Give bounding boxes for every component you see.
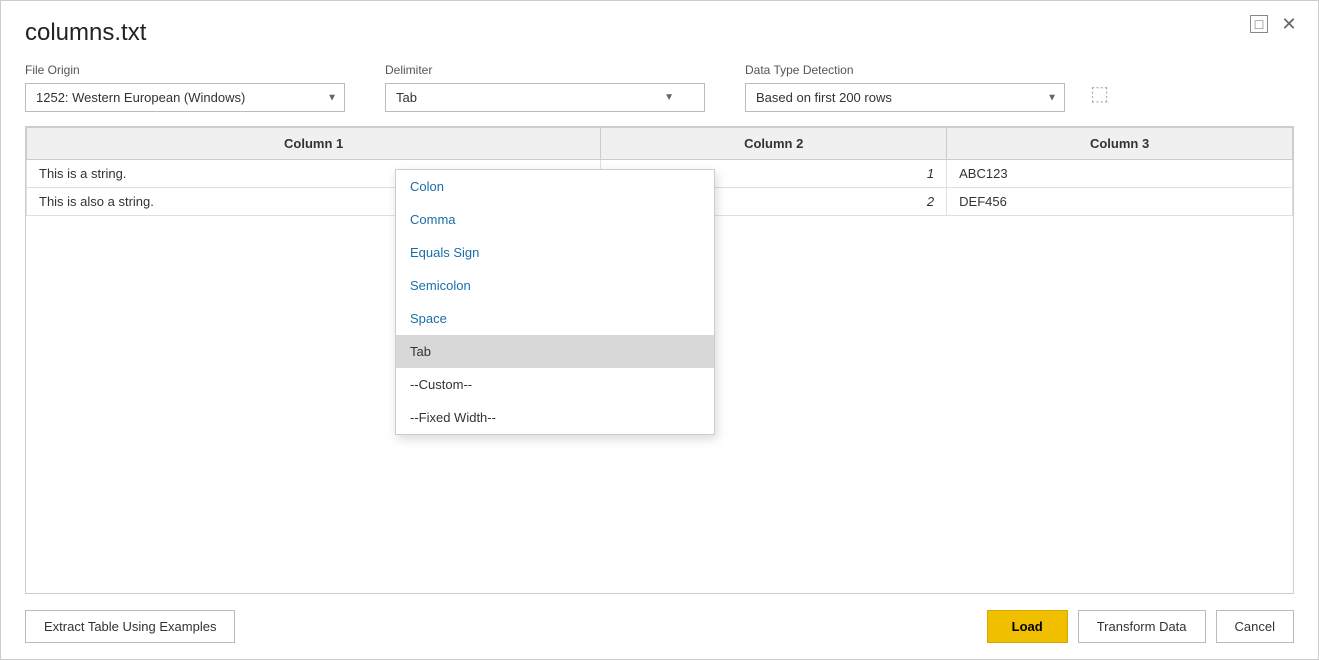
delimiter-label: Delimiter — [385, 63, 705, 77]
footer-left: Extract Table Using Examples — [25, 610, 235, 643]
data-type-group: Data Type Detection Based on first 200 r… — [745, 63, 1065, 112]
delimiter-group: Delimiter Tab ▼ — [385, 63, 705, 112]
data-type-select[interactable]: Based on first 200 rowsBased on entire d… — [745, 83, 1065, 112]
main-window: columns.txt □ ✕ File Origin 1252: Wester… — [0, 0, 1319, 660]
maximize-button[interactable]: □ — [1250, 15, 1268, 33]
data-type-label: Data Type Detection — [745, 63, 1065, 77]
delimiter-value: Tab — [396, 90, 417, 105]
dropdown-item-equals-sign[interactable]: Equals Sign — [396, 236, 714, 269]
dropdown-item-comma[interactable]: Comma — [396, 203, 714, 236]
data-icon[interactable]: ⬚ — [1090, 81, 1109, 106]
extract-table-button[interactable]: Extract Table Using Examples — [25, 610, 235, 643]
delimiter-wrapper: Tab ▼ — [385, 83, 705, 112]
dropdown-item-tab[interactable]: Tab — [396, 335, 714, 368]
window-title: columns.txt — [25, 19, 146, 47]
cancel-button[interactable]: Cancel — [1216, 610, 1294, 643]
file-origin-group: File Origin 1252: Western European (Wind… — [25, 63, 345, 112]
dropdown-item-space[interactable]: Space — [396, 302, 714, 335]
col-header-3: Column 3 — [947, 128, 1293, 160]
delimiter-arrow-icon: ▼ — [664, 92, 674, 103]
dropdown-item-semicolon[interactable]: Semicolon — [396, 269, 714, 302]
transform-data-button[interactable]: Transform Data — [1078, 610, 1206, 643]
file-origin-wrapper: 1252: Western European (Windows)UTF-8UTF… — [25, 83, 345, 112]
row1-col3: ABC123 — [947, 160, 1293, 188]
file-origin-select[interactable]: 1252: Western European (Windows)UTF-8UTF… — [25, 83, 345, 112]
dropdown-item-fixed-width[interactable]: --Fixed Width-- — [396, 401, 714, 434]
footer: Extract Table Using Examples Load Transf… — [1, 594, 1318, 659]
title-bar: columns.txt □ ✕ — [1, 1, 1318, 47]
dropdown-item-colon[interactable]: Colon — [396, 170, 714, 203]
controls-row: File Origin 1252: Western European (Wind… — [25, 63, 1294, 112]
data-type-wrapper: Based on first 200 rowsBased on entire d… — [745, 83, 1065, 112]
close-button[interactable]: ✕ — [1280, 15, 1298, 33]
load-button[interactable]: Load — [987, 610, 1068, 643]
row2-col3: DEF456 — [947, 188, 1293, 216]
window-controls: □ ✕ — [1250, 15, 1298, 33]
footer-right: Load Transform Data Cancel — [987, 610, 1294, 643]
col-header-1: Column 1 — [27, 128, 601, 160]
delimiter-select[interactable]: Tab ▼ — [385, 83, 705, 112]
file-origin-label: File Origin — [25, 63, 345, 77]
col-header-2: Column 2 — [601, 128, 947, 160]
dropdown-item-custom[interactable]: --Custom-- — [396, 368, 714, 401]
delimiter-dropdown: Colon Comma Equals Sign Semicolon Space … — [395, 169, 715, 435]
